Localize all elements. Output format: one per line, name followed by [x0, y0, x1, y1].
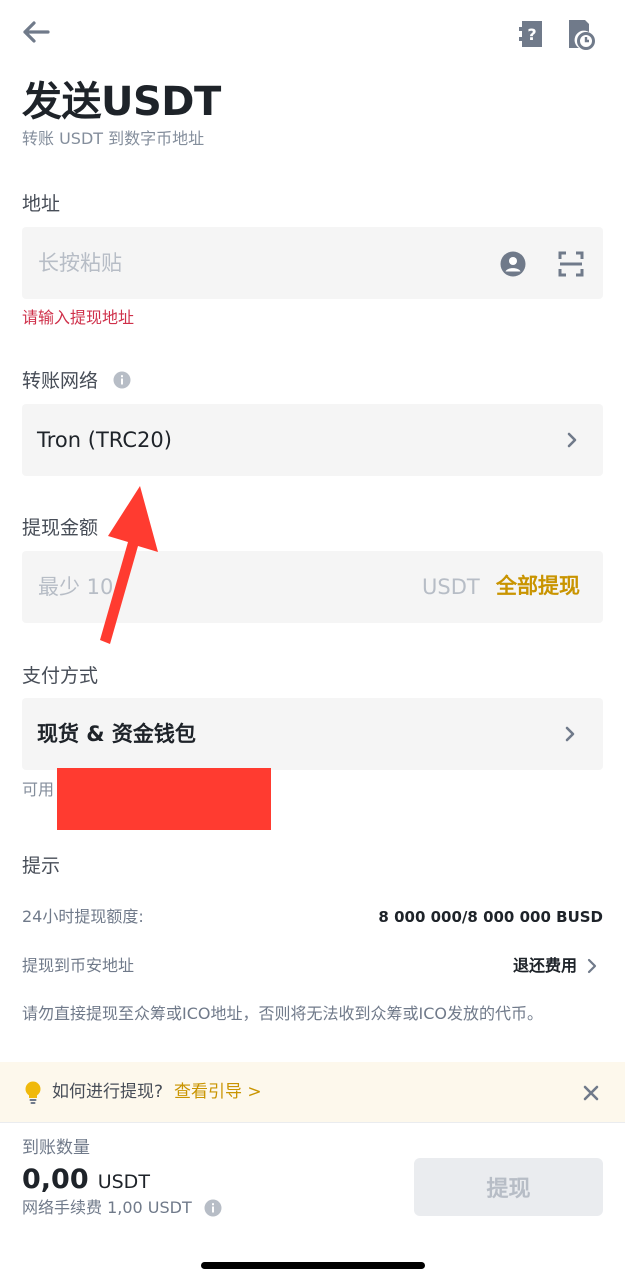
receive-label: 到账数量 — [22, 1138, 90, 1158]
amount-currency: USDT — [422, 575, 480, 599]
back-arrow-icon[interactable] — [18, 16, 54, 48]
available-label: 可用 — [22, 780, 55, 799]
payment-label: 支付方式 — [22, 665, 99, 687]
network-value: Tron (TRC20) — [37, 428, 172, 452]
lightbulb-icon — [22, 1080, 44, 1104]
withdraw-button[interactable]: 提现 — [414, 1158, 603, 1216]
network-label: 转账网络 — [22, 370, 99, 392]
banner-question: 如何进行提现? — [52, 1082, 164, 1102]
receive-amount: 0,00 — [22, 1164, 89, 1195]
refund-fee-link[interactable]: 退还费用 — [513, 955, 577, 977]
address-field[interactable]: 长按粘贴 — [22, 227, 603, 299]
payment-select[interactable]: 现货 & 资金钱包 — [22, 698, 603, 770]
binance-address-label: 提现到币安地址 — [22, 956, 135, 975]
amount-label: 提现金额 — [22, 517, 99, 539]
chevron-right-icon — [562, 429, 582, 451]
close-icon[interactable] — [578, 1080, 604, 1106]
info-icon[interactable] — [203, 1198, 223, 1218]
address-placeholder: 长按粘贴 — [38, 251, 122, 275]
address-label: 地址 — [22, 193, 61, 215]
scan-qr-icon[interactable] — [554, 247, 588, 281]
daily-limit-label: 24小时提现额度: — [22, 907, 144, 926]
guide-banner: 如何进行提现? 查看引导 > — [0, 1062, 625, 1122]
daily-limit-value: 8 000 000/8 000 000 BUSD — [378, 908, 603, 926]
page-subtitle: 转账 USDT 到数字币地址 — [22, 129, 205, 148]
help-icon[interactable]: ? — [514, 16, 550, 52]
svg-text:?: ? — [527, 25, 536, 44]
tips-title: 提示 — [22, 855, 61, 877]
annotation-arrow — [100, 486, 158, 644]
daily-limit-row: 24小时提现额度: 8 000 000/8 000 000 BUSD — [22, 906, 603, 928]
info-icon[interactable] — [112, 370, 132, 390]
page-title: 发送USDT — [22, 79, 221, 125]
ico-warning: 请勿直接提现至众筹或ICO地址，否则将无法收到众筹或ICO发放的代币。 — [22, 1004, 543, 1023]
network-fee-text: 网络手续费 1,00 USDT — [22, 1198, 192, 1217]
receive-currency: USDT — [97, 1171, 150, 1193]
withdraw-all-button[interactable]: 全部提现 — [496, 573, 580, 599]
redaction-box — [57, 768, 271, 830]
home-indicator — [201, 1262, 425, 1269]
payment-value: 现货 & 资金钱包 — [37, 722, 196, 746]
address-error: 请输入提现地址 — [22, 308, 135, 327]
contact-icon[interactable] — [496, 247, 530, 281]
binance-address-row[interactable]: 提现到币安地址 退还费用 — [22, 955, 603, 977]
view-guide-link[interactable]: 查看引导 > — [174, 1081, 262, 1103]
chevron-right-icon — [560, 723, 580, 745]
history-icon[interactable] — [562, 16, 598, 52]
chevron-right-icon — [585, 957, 599, 975]
footer-divider — [0, 1122, 625, 1123]
network-select[interactable]: Tron (TRC20) — [22, 404, 603, 476]
